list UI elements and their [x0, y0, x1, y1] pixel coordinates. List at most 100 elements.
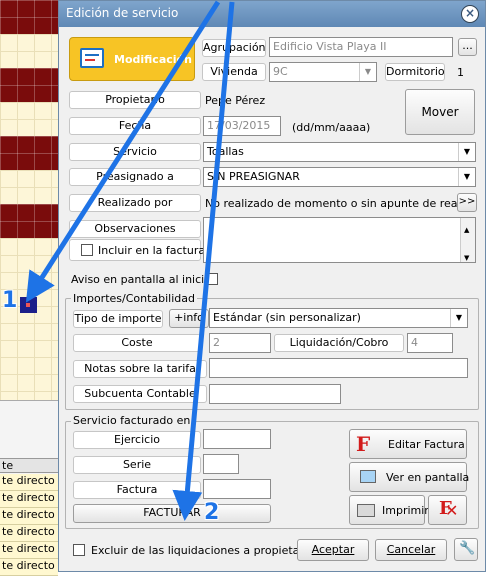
fecha-input[interactable]: 17/03/2015	[203, 116, 281, 136]
fecha-label: Fecha	[69, 117, 201, 135]
serie-label: Serie	[73, 456, 201, 474]
imprimir-button[interactable]: Imprimir	[349, 495, 429, 525]
calendar-booking-cell[interactable]	[20, 297, 37, 313]
incluir-factura-label: Incluir en la factura	[98, 244, 206, 257]
info-button[interactable]: +info	[169, 309, 209, 328]
edit-document-icon	[80, 48, 104, 68]
table-row[interactable]: te directo	[0, 491, 58, 508]
modification-label: Modificación	[114, 53, 192, 66]
table-row[interactable]: te directo	[0, 474, 58, 491]
realizado-more-button[interactable]: >>	[457, 193, 477, 212]
liquidacion-input[interactable]: 4	[407, 333, 453, 353]
agrupacion-field[interactable]: Edificio Vista Playa II	[269, 37, 453, 57]
aceptar-button[interactable]: Aceptar	[297, 539, 369, 561]
dialog-title: Edición de servicio	[66, 6, 179, 20]
monitor-icon	[360, 470, 376, 483]
delete-invoice-button[interactable]: F ✕	[428, 495, 467, 525]
scroll-up-icon: ▲	[464, 226, 470, 234]
aceptar-label: Aceptar	[311, 543, 355, 556]
liquidacion-label: Liquidación/Cobro	[274, 334, 404, 352]
servicio-label: Servicio	[69, 143, 201, 161]
wrench-icon: 🔧	[459, 541, 476, 556]
dormitorios-label: Dormitorios	[385, 63, 445, 81]
servicio-value: Toallas	[207, 145, 244, 158]
preasignado-value: SIN PREASIGNAR	[207, 170, 300, 183]
factura-input[interactable]	[203, 479, 271, 499]
close-icon: ×	[464, 6, 476, 20]
subcuenta-input[interactable]	[209, 384, 341, 404]
service-edit-dialog: Edición de servicio × Modificación Agrup…	[58, 0, 486, 572]
settings-button[interactable]: 🔧	[454, 538, 478, 561]
close-button[interactable]: ×	[461, 5, 479, 23]
notas-tarifa-input[interactable]	[209, 358, 468, 378]
table-row[interactable]: te directo	[0, 525, 58, 542]
factura-label: Factura	[73, 481, 201, 499]
invoice-pdf-icon: F	[356, 432, 371, 456]
observaciones-scrollbar[interactable]: ▲ ▼	[460, 218, 475, 262]
vivienda-value: 9C	[273, 65, 288, 78]
preasignado-select[interactable]: SIN PREASIGNAR ▼	[203, 167, 476, 187]
background-calendar-grid	[0, 0, 60, 400]
ver-pantalla-label: Ver en pantalla	[386, 471, 470, 484]
observaciones-textarea[interactable]: ▲ ▼	[203, 217, 476, 263]
excluir-liquidaciones-checkbox[interactable]	[73, 544, 85, 556]
scroll-down-icon: ▼	[464, 254, 470, 262]
aviso-label: Aviso en pantalla al inicio	[71, 273, 211, 286]
agrupacion-browse-button[interactable]: ...	[458, 38, 477, 56]
fecha-format-hint: (dd/mm/aaaa)	[292, 121, 371, 134]
annotation-number-2: 2	[204, 500, 220, 525]
table-row[interactable]: te directo	[0, 508, 58, 525]
vivienda-select[interactable]: 9C ▼	[269, 62, 377, 82]
imprimir-label: Imprimir	[382, 504, 429, 517]
dialog-titlebar[interactable]: Edición de servicio	[59, 1, 485, 27]
modification-mode-button[interactable]: Modificación	[69, 37, 195, 81]
dormitorios-value: 1	[457, 66, 464, 79]
table-row[interactable]: te directo	[0, 542, 58, 559]
printer-icon	[357, 504, 375, 517]
subcuenta-label: Subcuenta Contable	[73, 385, 207, 403]
tipo-importe-label: Tipo de importe	[73, 310, 163, 328]
aviso-checkbox[interactable]	[206, 273, 218, 285]
calendar-band	[0, 0, 60, 34]
cancelar-button[interactable]: Cancelar	[375, 539, 447, 561]
editar-factura-button[interactable]: F Editar Factura	[349, 429, 467, 459]
calendar-band	[0, 204, 60, 238]
vivienda-label: Vivienda	[202, 63, 266, 81]
facturar-button[interactable]: FACTURAR	[73, 504, 271, 523]
chevron-down-icon: ▼	[359, 63, 376, 81]
cancelar-label: Cancelar	[386, 543, 436, 556]
serie-input[interactable]	[203, 454, 239, 474]
servicio-select[interactable]: Toallas ▼	[203, 142, 476, 162]
mover-button[interactable]: Mover	[405, 89, 475, 135]
ejercicio-input[interactable]	[203, 429, 271, 449]
annotation-number-1: 1	[2, 288, 18, 313]
realizado-label: Realizado por	[69, 194, 201, 212]
table-row[interactable]: te directo	[0, 559, 58, 576]
notas-tarifa-label: Notas sobre la tarifa	[73, 360, 207, 378]
preasignado-label: Preasignado a	[69, 168, 201, 186]
calendar-band	[0, 68, 60, 102]
coste-input[interactable]: 2	[209, 333, 271, 353]
tipo-importe-select[interactable]: Estándar (sin personalizar) ▼	[209, 308, 468, 328]
ver-pantalla-button[interactable]: Ver en pantalla	[349, 462, 470, 492]
realizado-value: No realizado de momento o sin apunte de …	[205, 197, 457, 210]
excluir-liquidaciones-label: Excluir de las liquidaciones a propietar…	[91, 544, 320, 557]
calendar-band	[0, 136, 60, 170]
facturado-group-title: Servicio facturado en	[71, 414, 193, 427]
background-table-header: te	[0, 458, 58, 473]
tipo-importe-value: Estándar (sin personalizar)	[213, 311, 361, 324]
editar-factura-label: Editar Factura	[388, 438, 465, 451]
incluir-factura-checkbox[interactable]	[81, 244, 93, 256]
ejercicio-label: Ejercicio	[73, 431, 201, 449]
chevron-down-icon: ▼	[458, 143, 475, 161]
chevron-down-icon: ▼	[458, 168, 475, 186]
coste-label: Coste	[73, 334, 201, 352]
delete-cross-icon: ✕	[445, 501, 459, 520]
incluir-factura-row: Incluir en la factura	[69, 239, 205, 261]
importes-group-title: Importes/Contabilidad	[71, 292, 198, 305]
propietario-value: Pepe Pérez	[205, 94, 266, 107]
observaciones-label: Observaciones	[69, 220, 201, 238]
propietario-label: Propietario	[69, 91, 201, 109]
chevron-down-icon: ▼	[450, 309, 467, 327]
agrupacion-label: Agrupación	[202, 39, 266, 57]
